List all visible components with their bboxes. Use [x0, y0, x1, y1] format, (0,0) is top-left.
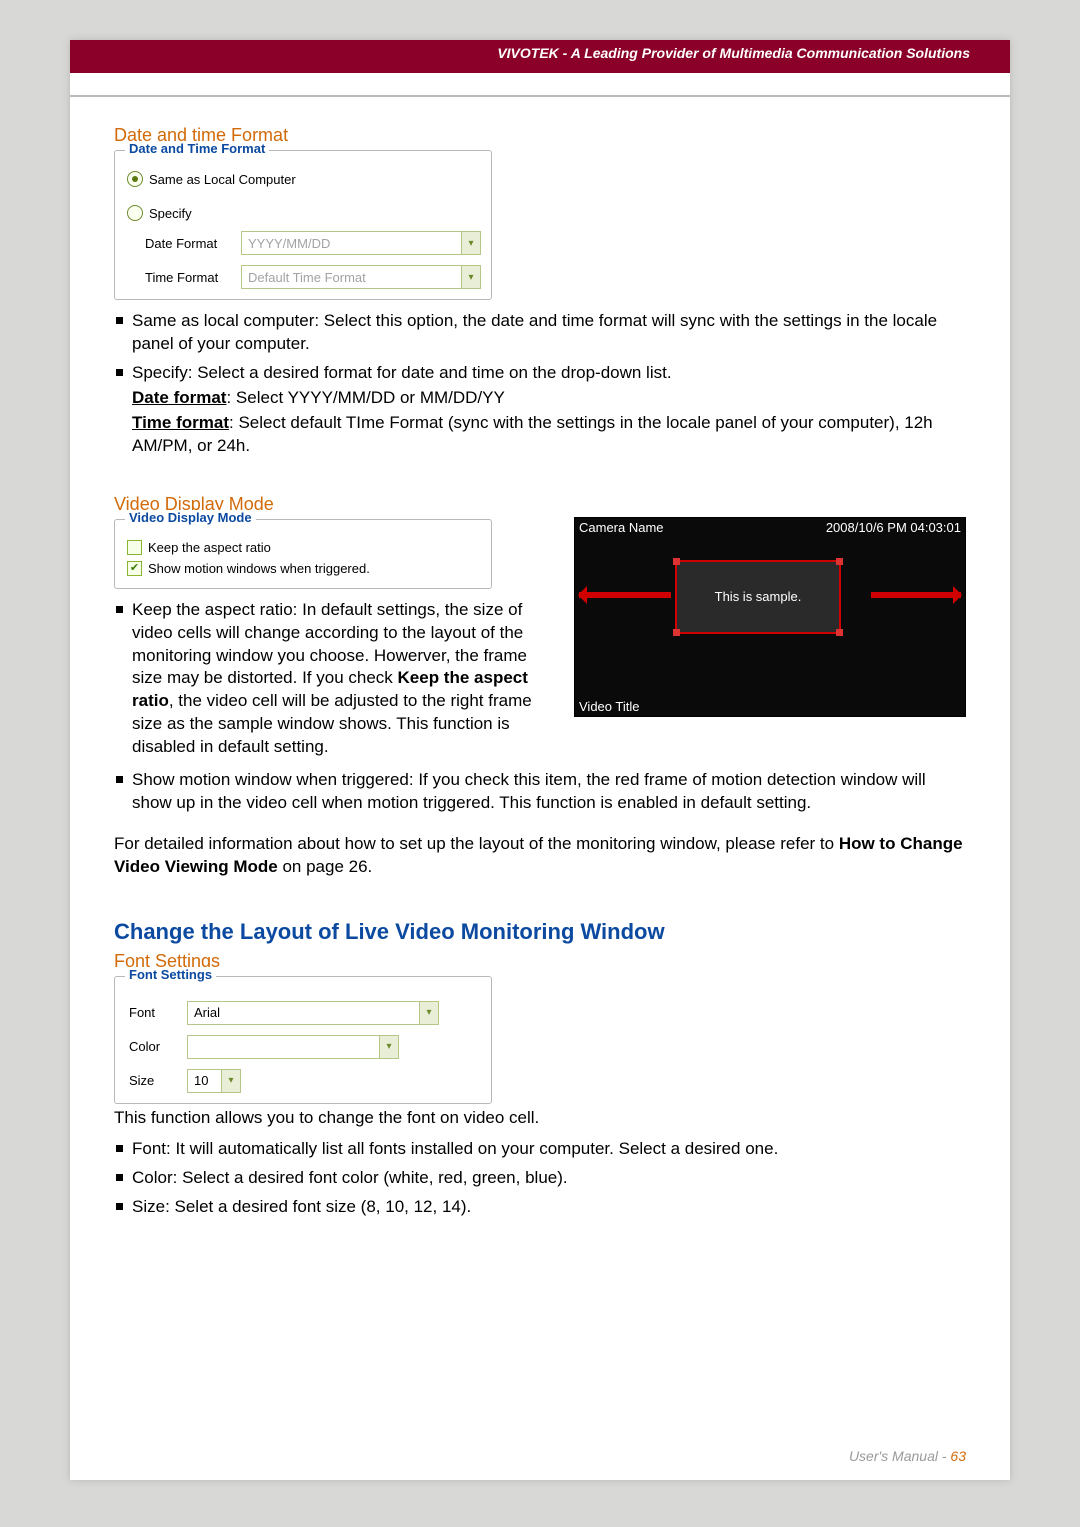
time-format-note: Time format: Select default TIme Format …: [114, 412, 966, 458]
resize-handle: [673, 629, 680, 636]
radio-same-label: Same as Local Computer: [149, 172, 296, 187]
video-bullets-left: Keep the aspect ratio: In default settin…: [114, 599, 544, 760]
size-label: Size: [129, 1073, 179, 1088]
time-format-value: Default Time Format: [242, 270, 461, 285]
page-footer: User's Manual - 63: [849, 1448, 966, 1464]
video-sample: Camera Name 2008/10/6 PM 04:03:01 This i…: [574, 517, 966, 717]
radio-same-local[interactable]: [127, 171, 143, 187]
radio-specify[interactable]: [127, 205, 143, 221]
date-time-fieldset: Date and Time Format Same as Local Compu…: [114, 150, 492, 300]
list-item: Show motion window when triggered: If yo…: [114, 769, 966, 815]
font-section-title: Font Settings: [114, 951, 966, 972]
footer-label: User's Manual -: [849, 1448, 950, 1464]
time-format-label: Time Format: [145, 270, 233, 285]
date-format-row: Date Format YYYY/MM/DD ▾: [145, 231, 481, 255]
content: Date and time Format Date and Time Forma…: [70, 97, 1010, 1279]
chevron-down-icon[interactable]: ▾: [379, 1036, 398, 1058]
chevron-down-icon[interactable]: ▾: [461, 232, 480, 254]
page: VIVOTEK - A Leading Provider of Multimed…: [70, 40, 1010, 1480]
date-format-note: Date format: Select YYYY/MM/DD or MM/DD/…: [114, 387, 966, 410]
cb-motion-label: Show motion windows when triggered.: [148, 561, 370, 576]
color-label: Color: [129, 1039, 179, 1054]
font-settings-fieldset: Font Settings Font Arial ▾ Color ▾ Size …: [114, 976, 492, 1104]
font-row: Font Arial ▾: [129, 1001, 481, 1025]
list-item: Color: Select a desired font color (whit…: [114, 1167, 966, 1190]
font-value: Arial: [188, 1005, 419, 1020]
size-dropdown[interactable]: 10 ▾: [187, 1069, 241, 1093]
font-dropdown[interactable]: Arial ▾: [187, 1001, 439, 1025]
font-settings-legend: Font Settings: [125, 967, 216, 982]
list-item: Keep the aspect ratio: In default settin…: [114, 599, 544, 760]
video-para: For detailed information about how to se…: [114, 833, 966, 879]
sample-camera-name: Camera Name: [579, 520, 664, 535]
chevron-down-icon[interactable]: ▾: [419, 1002, 438, 1024]
sample-video-title: Video Title: [579, 699, 639, 714]
time-format-row: Time Format Default Time Format ▾: [145, 265, 481, 289]
font-bullets: Font: It will automatically list all fon…: [114, 1138, 966, 1219]
chevron-down-icon[interactable]: ▾: [221, 1070, 240, 1092]
time-format-rest: : Select default TIme Format (sync with …: [132, 413, 933, 455]
checkbox-aspect[interactable]: [127, 540, 142, 555]
radio-specify-label: Specify: [149, 206, 192, 221]
font-label: Font: [129, 1005, 179, 1020]
time-format-u: Time format: [132, 413, 229, 432]
font-intro: This function allows you to change the f…: [114, 1108, 966, 1128]
footer-page: 63: [950, 1448, 966, 1464]
sample-center: This is sample.: [715, 589, 802, 604]
date-format-rest: : Select YYYY/MM/DD or MM/DD/YY: [226, 388, 504, 407]
sample-timestamp: 2008/10/6 PM 04:03:01: [826, 520, 961, 535]
resize-handle: [673, 558, 680, 565]
video-flex: Video Display Mode Keep the aspect ratio…: [114, 515, 966, 760]
size-value: 10: [188, 1073, 221, 1088]
date-format-label: Date Format: [145, 236, 233, 251]
video-para-c: on page 26.: [278, 857, 373, 876]
chevron-down-icon[interactable]: ▾: [461, 266, 480, 288]
date-bullets: Same as local computer: Select this opti…: [114, 310, 966, 385]
video-para-a: For detailed information about how to se…: [114, 834, 839, 853]
cb-motion-row[interactable]: ✔ Show motion windows when triggered.: [127, 561, 481, 576]
arrow-left-icon: [579, 592, 671, 598]
date-format-value: YYYY/MM/DD: [242, 236, 461, 251]
motion-window: This is sample.: [675, 560, 841, 634]
specify-lead: Specify: Select a desired format for dat…: [132, 363, 672, 382]
cb-aspect-row[interactable]: Keep the aspect ratio: [127, 540, 481, 555]
radio-same-row[interactable]: Same as Local Computer: [127, 171, 481, 187]
resize-handle: [836, 558, 843, 565]
list-item: Size: Selet a desired font size (8, 10, …: [114, 1196, 966, 1219]
date-format-u: Date format: [132, 388, 226, 407]
list-item: Same as local computer: Select this opti…: [114, 310, 966, 356]
date-format-dropdown[interactable]: YYYY/MM/DD ▾: [241, 231, 481, 255]
keep-aspect-c: , the video cell will be adjusted to the…: [132, 691, 532, 756]
list-item: Specify: Select a desired format for dat…: [114, 362, 966, 385]
layout-heading: Change the Layout of Live Video Monitori…: [114, 919, 966, 945]
arrow-right-icon: [871, 592, 961, 598]
size-row: Size 10 ▾: [129, 1069, 481, 1093]
resize-handle: [836, 629, 843, 636]
date-time-legend: Date and Time Format: [125, 141, 269, 156]
cb-aspect-label: Keep the aspect ratio: [148, 540, 271, 555]
list-item: Font: It will automatically list all fon…: [114, 1138, 966, 1161]
header-brand: VIVOTEK - A Leading Provider of Multimed…: [497, 45, 970, 61]
checkbox-motion[interactable]: ✔: [127, 561, 142, 576]
color-dropdown[interactable]: ▾: [187, 1035, 399, 1059]
color-row: Color ▾: [129, 1035, 481, 1059]
video-bullets-full: Show motion window when triggered: If yo…: [114, 769, 966, 815]
header-stripe: VIVOTEK - A Leading Provider of Multimed…: [70, 40, 1010, 73]
video-left-col: Video Display Mode Keep the aspect ratio…: [114, 515, 544, 760]
radio-specify-row[interactable]: Specify: [127, 205, 481, 221]
time-format-dropdown[interactable]: Default Time Format ▾: [241, 265, 481, 289]
video-display-legend: Video Display Mode: [125, 510, 256, 525]
video-display-fieldset: Video Display Mode Keep the aspect ratio…: [114, 519, 492, 589]
